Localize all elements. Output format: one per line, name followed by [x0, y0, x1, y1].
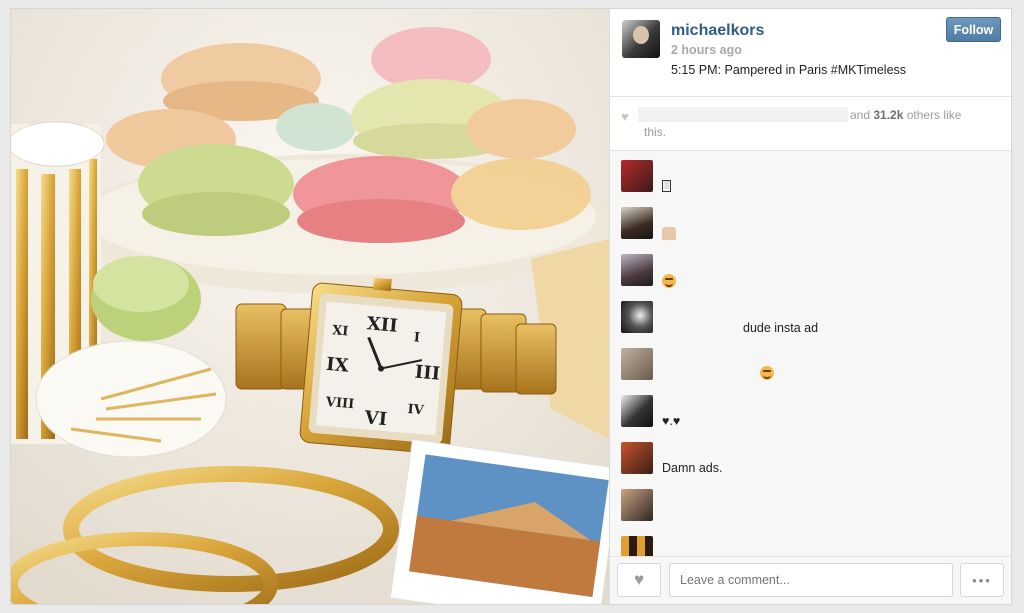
commenter-avatar[interactable]: [621, 160, 653, 192]
post-frame: XII IX III VI XI I VIII IV michaelkors 2…: [10, 8, 1012, 605]
post-caption: 5:15 PM: Pampered in Paris #MKTimeless: [671, 63, 907, 77]
ellipsis-icon: •••: [972, 572, 992, 588]
timestamp[interactable]: 2 hours ago: [671, 43, 742, 57]
heart-icon: ♥: [633, 570, 645, 589]
post-sidebar: michaelkors 2 hours ago 5:15 PM: Pampere…: [609, 9, 1011, 604]
like-button[interactable]: ♥: [617, 563, 661, 597]
svg-text:XII: XII: [366, 313, 399, 337]
likes-count[interactable]: 31.2k: [873, 108, 903, 122]
svg-text:IV: IV: [407, 402, 425, 418]
comment-footer: ♥ •••: [610, 556, 1011, 604]
likes-suffix: others like: [903, 108, 962, 122]
comment-text: Damn ads.: [662, 461, 723, 475]
liker-names-redacted[interactable]: [638, 107, 848, 122]
product-photo-illustration: XII IX III VI XI I VIII IV: [11, 9, 609, 604]
svg-text:XI: XI: [331, 323, 348, 339]
svg-text:IX: IX: [325, 354, 349, 377]
comment-text: dude insta ad: [743, 321, 819, 335]
username-link[interactable]: michaelkors: [671, 22, 764, 40]
commenter-avatar[interactable]: [621, 395, 653, 427]
thumbs-up-icon: [662, 227, 676, 240]
likes-summary: ♥ and 31.2k others like this.: [610, 97, 1011, 151]
commenter-avatar[interactable]: [621, 536, 653, 556]
svg-text:III: III: [414, 362, 441, 385]
likes-line: and 31.2k others like: [850, 108, 961, 122]
commenter-avatar[interactable]: [621, 207, 653, 239]
comment-input[interactable]: [669, 563, 953, 597]
commenter-avatar[interactable]: [621, 254, 653, 286]
svg-text:VIII: VIII: [324, 395, 355, 413]
commenter-avatar[interactable]: [621, 442, 653, 474]
post-header: michaelkors 2 hours ago 5:15 PM: Pampere…: [610, 9, 1011, 97]
likes-prefix: and: [850, 108, 874, 122]
commenter-avatar[interactable]: [621, 348, 653, 380]
svg-text:VI: VI: [363, 407, 388, 430]
follow-button[interactable]: Follow: [946, 17, 1001, 42]
likes-line-2: this.: [644, 125, 667, 139]
smile-emoji-icon: [760, 366, 774, 380]
comments-list[interactable]: ░ dude insta ad ♥.♥ Damn ads.: [610, 152, 1011, 556]
commenter-avatar[interactable]: [621, 301, 653, 333]
commenter-avatar[interactable]: [621, 489, 653, 521]
smile-emoji-icon: [662, 274, 676, 288]
svg-text:I: I: [413, 330, 420, 345]
comment-text: ♥.♥: [662, 414, 681, 428]
more-options-button[interactable]: •••: [960, 563, 1004, 597]
post-photo[interactable]: XII IX III VI XI I VIII IV: [11, 9, 609, 604]
avatar[interactable]: [622, 20, 660, 58]
heart-icon: ♥: [621, 109, 629, 124]
box-symbol: ░: [662, 180, 671, 192]
